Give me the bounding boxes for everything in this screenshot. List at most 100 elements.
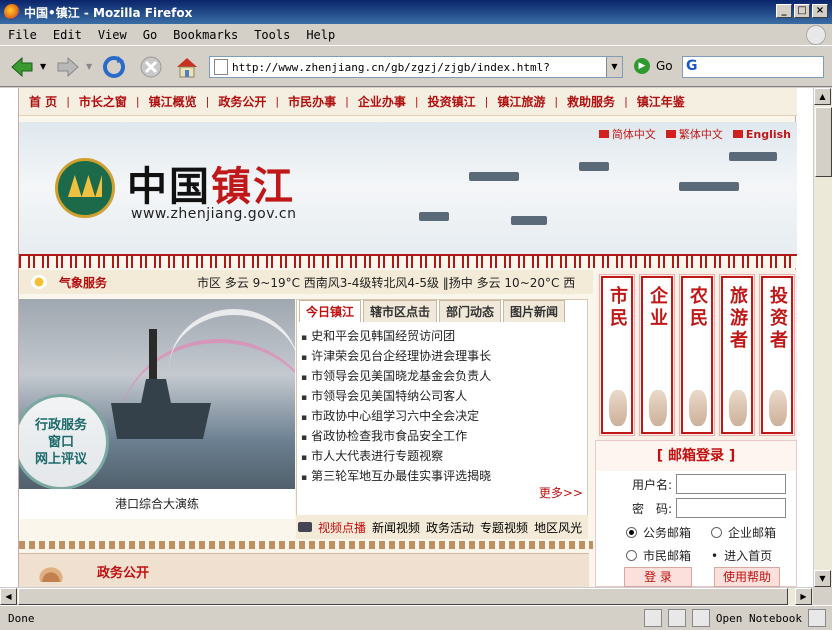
nav-mayor[interactable]: 市长之窗 <box>79 93 127 110</box>
farmer-figure-icon <box>689 390 707 426</box>
news-item[interactable]: 第三轮军地互办最佳实事评选揭晓 <box>301 466 585 486</box>
maximize-button[interactable]: □ <box>794 4 810 18</box>
news-item[interactable]: 市政协中心组学习六中全会决定 <box>301 406 585 426</box>
open-notebook-link[interactable]: Open Notebook <box>716 612 802 625</box>
photo-caption[interactable]: 港口综合大演练 <box>19 489 295 519</box>
portal-investor[interactable]: 投资者 <box>759 274 795 436</box>
lang-english[interactable]: English <box>732 126 791 142</box>
enter-homepage-link[interactable]: • 进入首页 <box>711 547 796 564</box>
flag-icon <box>598 130 609 138</box>
url-bar[interactable]: http://www.zhenjiang.cn/gb/zgzj/zjgb/ind… <box>209 56 623 78</box>
status-bar: Done Open Notebook <box>0 605 832 630</box>
weather-label[interactable]: 气象服务 <box>59 274 197 291</box>
weather-sun-icon <box>31 275 47 289</box>
ship-image <box>511 216 547 225</box>
password-input[interactable] <box>676 498 786 518</box>
citizen-figure-icon <box>609 390 627 426</box>
menu-go[interactable]: Go <box>143 28 157 42</box>
scroll-left-icon[interactable]: ◀ <box>0 588 17 605</box>
lang-simplified[interactable]: 简体中文 <box>598 126 656 142</box>
nav-yearbook[interactable]: 镇江年鉴 <box>637 93 685 110</box>
notebook-icon[interactable] <box>691 609 710 627</box>
mail-icon[interactable] <box>808 609 826 627</box>
tab-photo-news[interactable]: 图片新闻 <box>503 300 566 322</box>
menu-tools[interactable]: Tools <box>254 28 290 42</box>
url-dropdown-icon[interactable]: ▼ <box>606 57 622 77</box>
minimize-button[interactable]: _ <box>776 4 792 18</box>
portal-farmer[interactable]: 农民 <box>679 274 715 436</box>
addon-icon[interactable] <box>667 609 686 627</box>
menu-file[interactable]: File <box>8 28 37 42</box>
portal-enterprise[interactable]: 企业 <box>639 274 675 436</box>
portal-citizen[interactable]: 市民 <box>599 274 635 436</box>
flag-icon <box>665 130 676 138</box>
help-button[interactable]: 使用帮助 <box>714 567 780 587</box>
news-item[interactable]: 市人大代表进行专题视察 <box>301 446 585 466</box>
menu-edit[interactable]: Edit <box>53 28 82 42</box>
news-photo[interactable]: 行政服务 窗口 网上评议 <box>19 299 295 489</box>
news-item[interactable]: 市领导会见美国晓龙基金会负责人 <box>301 366 585 386</box>
url-text[interactable]: http://www.zhenjiang.cn/gb/zgzj/zjgb/ind… <box>232 61 550 74</box>
city-emblem-logo[interactable] <box>55 158 115 218</box>
nav-tourism[interactable]: 镇江旅游 <box>497 93 545 110</box>
search-input[interactable]: G <box>682 56 824 78</box>
home-icon[interactable] <box>173 53 201 81</box>
firefox-status-icon[interactable] <box>643 609 662 627</box>
nav-home[interactable]: 首 页 <box>29 93 57 110</box>
forward-arrow-icon[interactable] <box>54 53 82 81</box>
weather-bar: 气象服务 市区 多云 9~19°C 西南风3-4级转北风4-5级 ‖扬中 多云 … <box>19 270 593 294</box>
news-item[interactable]: 省政协检查我市食品安全工作 <box>301 426 585 446</box>
radio-citizen-mail[interactable]: 市民邮箱 <box>626 547 711 564</box>
reload-icon[interactable] <box>100 53 128 81</box>
news-item[interactable]: 史和平会见韩国经贸访问团 <box>301 326 585 346</box>
back-dropdown-icon[interactable]: ▼ <box>40 62 46 71</box>
service-review-badge[interactable]: 行政服务 窗口 网上评议 <box>19 394 109 489</box>
nav-invest[interactable]: 投资镇江 <box>428 93 476 110</box>
go-arrow-icon: ▶ <box>634 58 650 74</box>
scroll-right-icon[interactable]: ▶ <box>795 588 812 605</box>
radio-official-mail[interactable]: 公务邮箱 <box>626 524 711 541</box>
video-link[interactable]: 政务活动 <box>426 519 474 536</box>
video-link[interactable]: 专题视频 <box>480 519 528 536</box>
section-title[interactable]: 政务公开 <box>97 562 149 581</box>
news-item[interactable]: 许津荣会见台企经理协进会理事长 <box>301 346 585 366</box>
nav-gov-affairs[interactable]: 政务公开 <box>218 93 266 110</box>
portal-tourist[interactable]: 旅游者 <box>719 274 755 436</box>
menu-bookmarks[interactable]: Bookmarks <box>173 28 238 42</box>
news-item[interactable]: 市领导会见美国特纳公司客人 <box>301 386 585 406</box>
username-input[interactable] <box>676 474 786 494</box>
horizontal-scrollbar[interactable]: ◀ ▶ <box>0 587 813 605</box>
investor-figure-icon <box>769 390 787 426</box>
nav-citizen-services[interactable]: 市民办事 <box>288 93 336 110</box>
scroll-thumb[interactable] <box>18 588 788 605</box>
scroll-down-icon[interactable]: ▼ <box>814 570 831 587</box>
username-label: 用户名: <box>631 477 672 492</box>
scroll-up-icon[interactable]: ▲ <box>814 88 831 105</box>
forward-dropdown-icon[interactable]: ▼ <box>86 62 92 71</box>
tab-districts[interactable]: 辖市区点击 <box>363 300 438 322</box>
lang-traditional[interactable]: 繁体中文 <box>665 126 723 142</box>
radio-enterprise-mail[interactable]: 企业邮箱 <box>711 524 796 541</box>
login-button[interactable]: 登 录 <box>624 567 692 587</box>
more-link[interactable]: 更多>> <box>539 484 583 501</box>
close-button[interactable]: × <box>812 4 828 18</box>
back-arrow-icon[interactable] <box>8 53 36 81</box>
nav-overview[interactable]: 镇江概览 <box>149 93 197 110</box>
stop-icon[interactable] <box>137 53 165 81</box>
nav-business-services[interactable]: 企业办事 <box>358 93 406 110</box>
tab-today[interactable]: 今日镇江 <box>299 300 362 322</box>
go-button[interactable]: ▶ Go <box>634 58 673 74</box>
scroll-thumb[interactable] <box>815 107 832 177</box>
vertical-scrollbar[interactable]: ▲ ▼ <box>813 88 832 587</box>
video-link[interactable]: 地区风光 <box>534 519 582 536</box>
video-link[interactable]: 新闻视频 <box>372 519 420 536</box>
nav-aid[interactable]: 救助服务 <box>567 93 615 110</box>
menu-help[interactable]: Help <box>306 28 335 42</box>
site-logo-text[interactable]: 中国镇江 <box>127 154 295 212</box>
menu-view[interactable]: View <box>98 28 127 42</box>
tourist-figure-icon <box>729 390 747 426</box>
password-label: 密 码: <box>631 501 672 516</box>
tab-departments[interactable]: 部门动态 <box>439 300 502 322</box>
weather-text: 市区 多云 9~19°C 西南风3-4级转北风4-5级 ‖扬中 多云 10~20… <box>197 275 576 290</box>
video-link[interactable]: 视频点播 <box>318 519 366 536</box>
